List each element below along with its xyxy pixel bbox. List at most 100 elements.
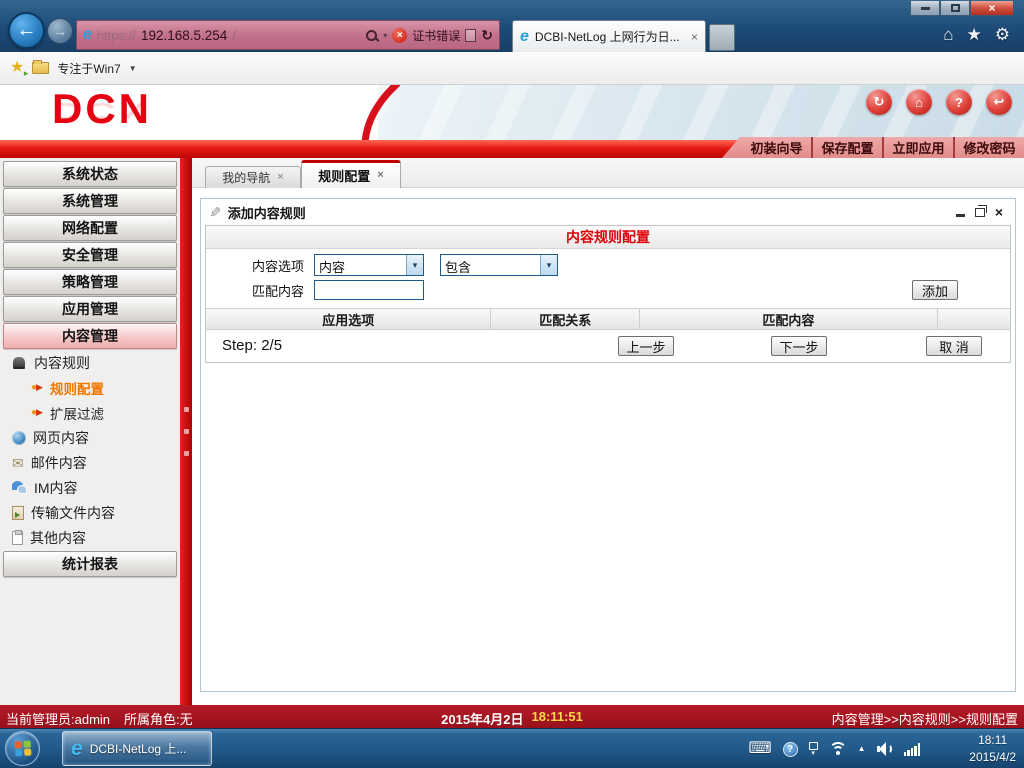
sidebar-item-policy-management[interactable]: 策略管理 — [3, 269, 177, 295]
favorites-folder-label[interactable]: 专注于Win7 — [57, 60, 120, 77]
home-button[interactable]: ⌂ — [906, 89, 932, 115]
content-area: 我的导航 × 规则配置 × ✎ 添加内容规则 × 内容规则配置 内容选项 内容 … — [192, 158, 1024, 705]
compatibility-view-icon[interactable] — [465, 28, 477, 42]
next-step-button[interactable]: 下一步 — [771, 336, 827, 356]
change-password-button[interactable]: 修改密码 — [953, 137, 1024, 158]
tab-close-icon[interactable]: × — [377, 170, 383, 181]
save-config-button[interactable]: 保存配置 — [811, 137, 882, 158]
sidebar-item-security-management[interactable]: 安全管理 — [3, 242, 177, 268]
tab-close-icon[interactable]: × — [277, 172, 283, 183]
window-close-button[interactable]: × — [970, 1, 1014, 16]
rule-config-panel: 内容规则配置 内容选项 内容 ▾ 包含 ▾ 匹配内容 添加 应用选项 匹配关系 … — [205, 225, 1011, 363]
sidebar-item-other-content[interactable]: 其他内容 — [0, 525, 180, 550]
chevron-down-icon: ▾ — [540, 255, 557, 275]
sidebar-item-system-status[interactable]: 系统状态 — [3, 161, 177, 187]
browser-toolbar-icons: ⌂ ★ ⚙ — [943, 25, 1010, 45]
dialog-controls: × — [955, 204, 1003, 219]
add-button[interactable]: 添加 — [912, 280, 958, 300]
clock-date: 2015/4/2 — [969, 750, 1016, 764]
forward-button[interactable]: → — [47, 18, 73, 44]
taskbar-ie-button[interactable]: e DCBI-NetLog 上... — [62, 731, 212, 766]
wizard-step-row: Step: 2/5 上一步 下一步 取 消 — [206, 330, 1010, 362]
taskbar: e DCBI-NetLog 上... ⌨ ? ▾ ▲ 18:11 2015/4/… — [0, 728, 1024, 768]
content-tabstrip: 我的导航 × 规则配置 × — [192, 158, 1024, 188]
column-match-content: 匹配内容 — [640, 309, 938, 329]
sidebar-item-mail-content[interactable]: ✉ 邮件内容 — [0, 450, 180, 475]
logout-button[interactable]: ↩ — [986, 89, 1012, 115]
site-header: DCN DCN ↻ ⌂ ? ↩ — [0, 85, 1024, 140]
taskbar-clock[interactable]: 18:11 2015/4/2 — [969, 732, 1016, 766]
favorites-caret-icon[interactable]: ▼ — [129, 64, 137, 73]
dcn-logo-reflection: DCN — [52, 98, 152, 125]
browser-tab[interactable]: e DCBI-NetLog 上网行为日... × — [512, 20, 706, 52]
volume-icon[interactable] — [876, 742, 893, 756]
splitter-grip-dot — [183, 451, 189, 456]
dialog-close-icon[interactable]: × — [995, 205, 1003, 219]
window-maximize-button[interactable] — [940, 1, 970, 16]
sidebar-item-system-management[interactable]: 系统管理 — [3, 188, 177, 214]
gear-icon[interactable]: ⚙ — [995, 25, 1010, 45]
content-option-label: 内容选项 — [252, 258, 305, 274]
tab-title: DCBI-NetLog 上网行为日... — [534, 30, 680, 44]
previous-step-button[interactable]: 上一步 — [618, 336, 674, 356]
header-swoosh — [361, 85, 401, 140]
tab-favicon: e — [520, 27, 529, 45]
search-dropdown-icon[interactable]: ▾ — [383, 31, 387, 40]
sidebar-splitter[interactable] — [180, 158, 192, 705]
wifi-icon[interactable] — [828, 741, 847, 757]
tray-window-icon[interactable]: ▾ — [808, 742, 818, 757]
window-controls: × — [910, 1, 1014, 16]
help-icon: ? — [955, 94, 963, 110]
back-button[interactable]: ← — [8, 12, 45, 49]
tab-close-icon[interactable]: × — [691, 31, 698, 43]
new-tab-button[interactable] — [709, 24, 735, 51]
setup-wizard-button[interactable]: 初装向导 — [742, 137, 811, 158]
sidebar-group-content-rules[interactable]: 内容规则 — [0, 350, 180, 375]
tab-my-navigation[interactable]: 我的导航 × — [205, 166, 301, 188]
globe-icon — [12, 430, 26, 445]
match-content-input[interactable] — [314, 280, 424, 300]
refresh-button[interactable]: ↻ — [866, 89, 892, 115]
sidebar-item-statistics-report[interactable]: 统计报表 — [3, 551, 177, 577]
sidebar-item-network-config[interactable]: 网络配置 — [3, 215, 177, 241]
favorites-folder-icon[interactable] — [32, 60, 50, 74]
keyboard-icon[interactable]: ⌨ — [748, 741, 771, 757]
tray-expand-icon[interactable]: ▲ — [858, 745, 866, 753]
search-icon[interactable] — [365, 29, 378, 42]
home-icon[interactable]: ⌂ — [943, 25, 953, 45]
sidebar-item-application-management[interactable]: 应用管理 — [3, 296, 177, 322]
apply-now-button[interactable]: 立即应用 — [882, 137, 953, 158]
screen: × ← → e https://192.168.5.254/ ▾ × 证书错误 … — [0, 0, 1024, 768]
favorites-star-icon[interactable]: ★ — [967, 25, 982, 45]
dialog-restore-icon[interactable] — [974, 204, 987, 217]
match-relation-select[interactable]: 包含 ▾ — [440, 254, 558, 276]
dialog-minimize-icon[interactable] — [955, 214, 965, 217]
back-arrow-icon: ← — [16, 19, 37, 41]
browser-chrome: × ← → e https://192.168.5.254/ ▾ × 证书错误 … — [0, 0, 1024, 52]
cert-error-label[interactable]: 证书错误 — [412, 27, 460, 44]
sidebar-item-file-transfer-content[interactable]: 传输文件内容 — [0, 500, 180, 525]
sidebar-item-content-management[interactable]: 内容管理 — [3, 323, 177, 349]
add-favorite-icon[interactable]: ★ ▸ — [10, 60, 28, 78]
add-content-rule-dialog: ✎ 添加内容规则 × 内容规则配置 内容选项 内容 ▾ 包含 ▾ 匹配内容 添加… — [200, 198, 1016, 692]
home-icon: ⌂ — [915, 94, 923, 110]
cancel-button[interactable]: 取 消 — [926, 336, 982, 356]
sidebar-item-im-content[interactable]: IM内容 — [0, 475, 180, 500]
tab-rule-config[interactable]: 规则配置 × — [301, 160, 401, 188]
panel-title: 内容规则配置 — [206, 226, 1010, 249]
window-minimize-button[interactable] — [910, 1, 940, 16]
tray-help-icon[interactable]: ? — [782, 741, 798, 757]
content-option-select[interactable]: 内容 ▾ — [314, 254, 424, 276]
status-bar: 当前管理员:admin 所属角色:无 2015年4月2日 18:11:51 内容… — [0, 705, 1024, 728]
maximize-icon — [950, 4, 960, 12]
sidebar-item-web-content[interactable]: 网页内容 — [0, 425, 180, 450]
status-time: 18:11:51 — [531, 709, 583, 724]
help-button[interactable]: ? — [946, 89, 972, 115]
refresh-icon[interactable]: ↻ — [481, 27, 493, 44]
sidebar-item-extended-filter[interactable]: ● ▶ 扩展过滤 — [0, 400, 180, 425]
start-button[interactable] — [5, 731, 40, 766]
address-bar[interactable]: e https://192.168.5.254/ ▾ × 证书错误 ↻ — [76, 20, 500, 50]
sidebar-item-rule-config[interactable]: ● ▶ 规则配置 — [0, 375, 180, 400]
ie-favicon: e — [83, 26, 92, 43]
network-signal-icon[interactable] — [903, 742, 920, 756]
